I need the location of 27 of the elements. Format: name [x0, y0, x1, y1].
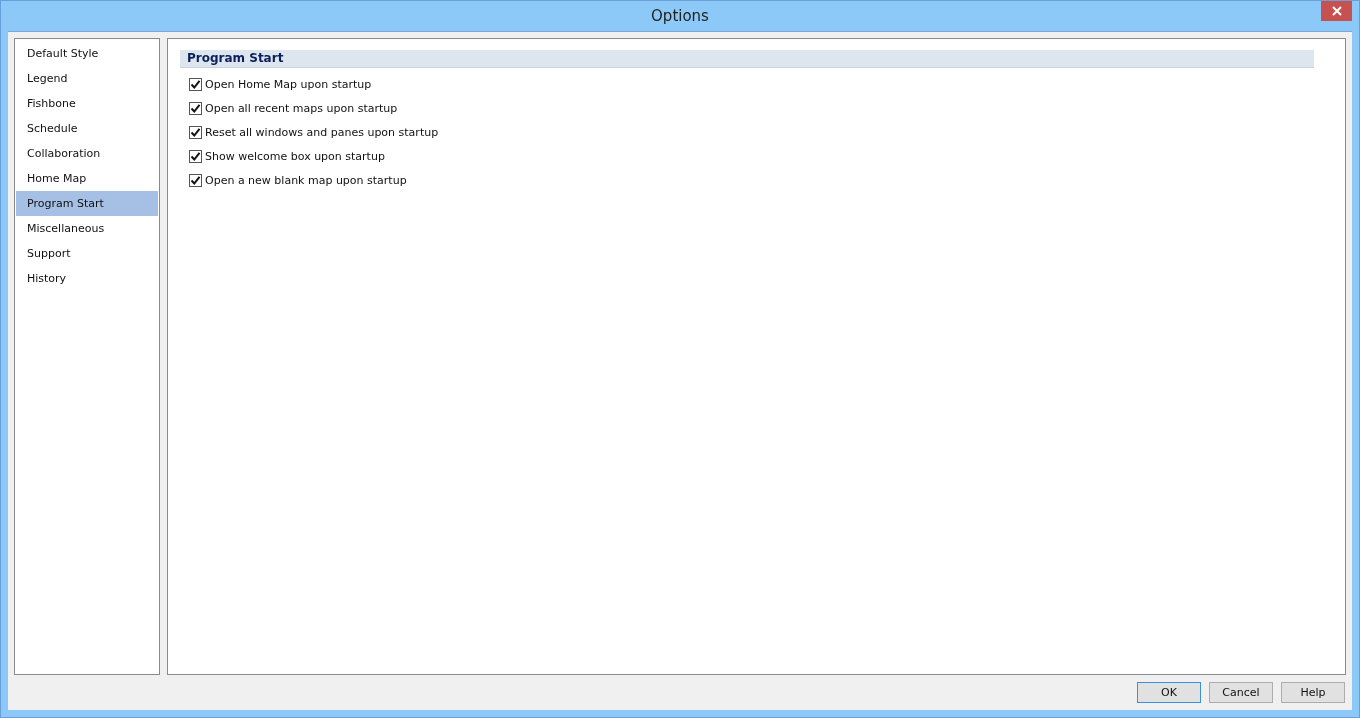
checkbox[interactable]: [189, 102, 202, 115]
sidebar-item[interactable]: Collaboration: [16, 141, 158, 166]
section-header: Program Start: [180, 50, 1314, 68]
checkbox-label: Open Home Map upon startup: [205, 78, 372, 91]
checkbox-label: Open a new blank map upon startup: [205, 174, 407, 187]
checkbox[interactable]: [189, 78, 202, 91]
dialog-button[interactable]: Cancel: [1209, 682, 1273, 703]
checkbox-label: Show welcome box upon startup: [205, 150, 385, 163]
sidebar-item[interactable]: Program Start: [16, 191, 158, 216]
sidebar-item[interactable]: Legend: [16, 66, 158, 91]
sidebar-item[interactable]: History: [16, 266, 158, 291]
checkbox[interactable]: [189, 174, 202, 187]
sidebar-item[interactable]: Default Style: [16, 41, 158, 66]
sidebar-item[interactable]: Schedule: [16, 116, 158, 141]
dialog-button[interactable]: Help: [1281, 682, 1345, 703]
checkbox-label: Reset all windows and panes upon startup: [205, 126, 439, 139]
checkbox[interactable]: [189, 150, 202, 163]
window-title: Options: [651, 7, 709, 25]
close-button[interactable]: [1321, 1, 1352, 21]
dialog-button[interactable]: OK: [1137, 682, 1201, 703]
sidebar-item[interactable]: Home Map: [16, 166, 158, 191]
sidebar-item[interactable]: Miscellaneous: [16, 216, 158, 241]
sidebar-item[interactable]: Fishbone: [16, 91, 158, 116]
close-icon: [1331, 6, 1342, 16]
checkbox-label: Open all recent maps upon startup: [205, 102, 398, 115]
checkbox[interactable]: [189, 126, 202, 139]
sidebar-item[interactable]: Support: [16, 241, 158, 266]
